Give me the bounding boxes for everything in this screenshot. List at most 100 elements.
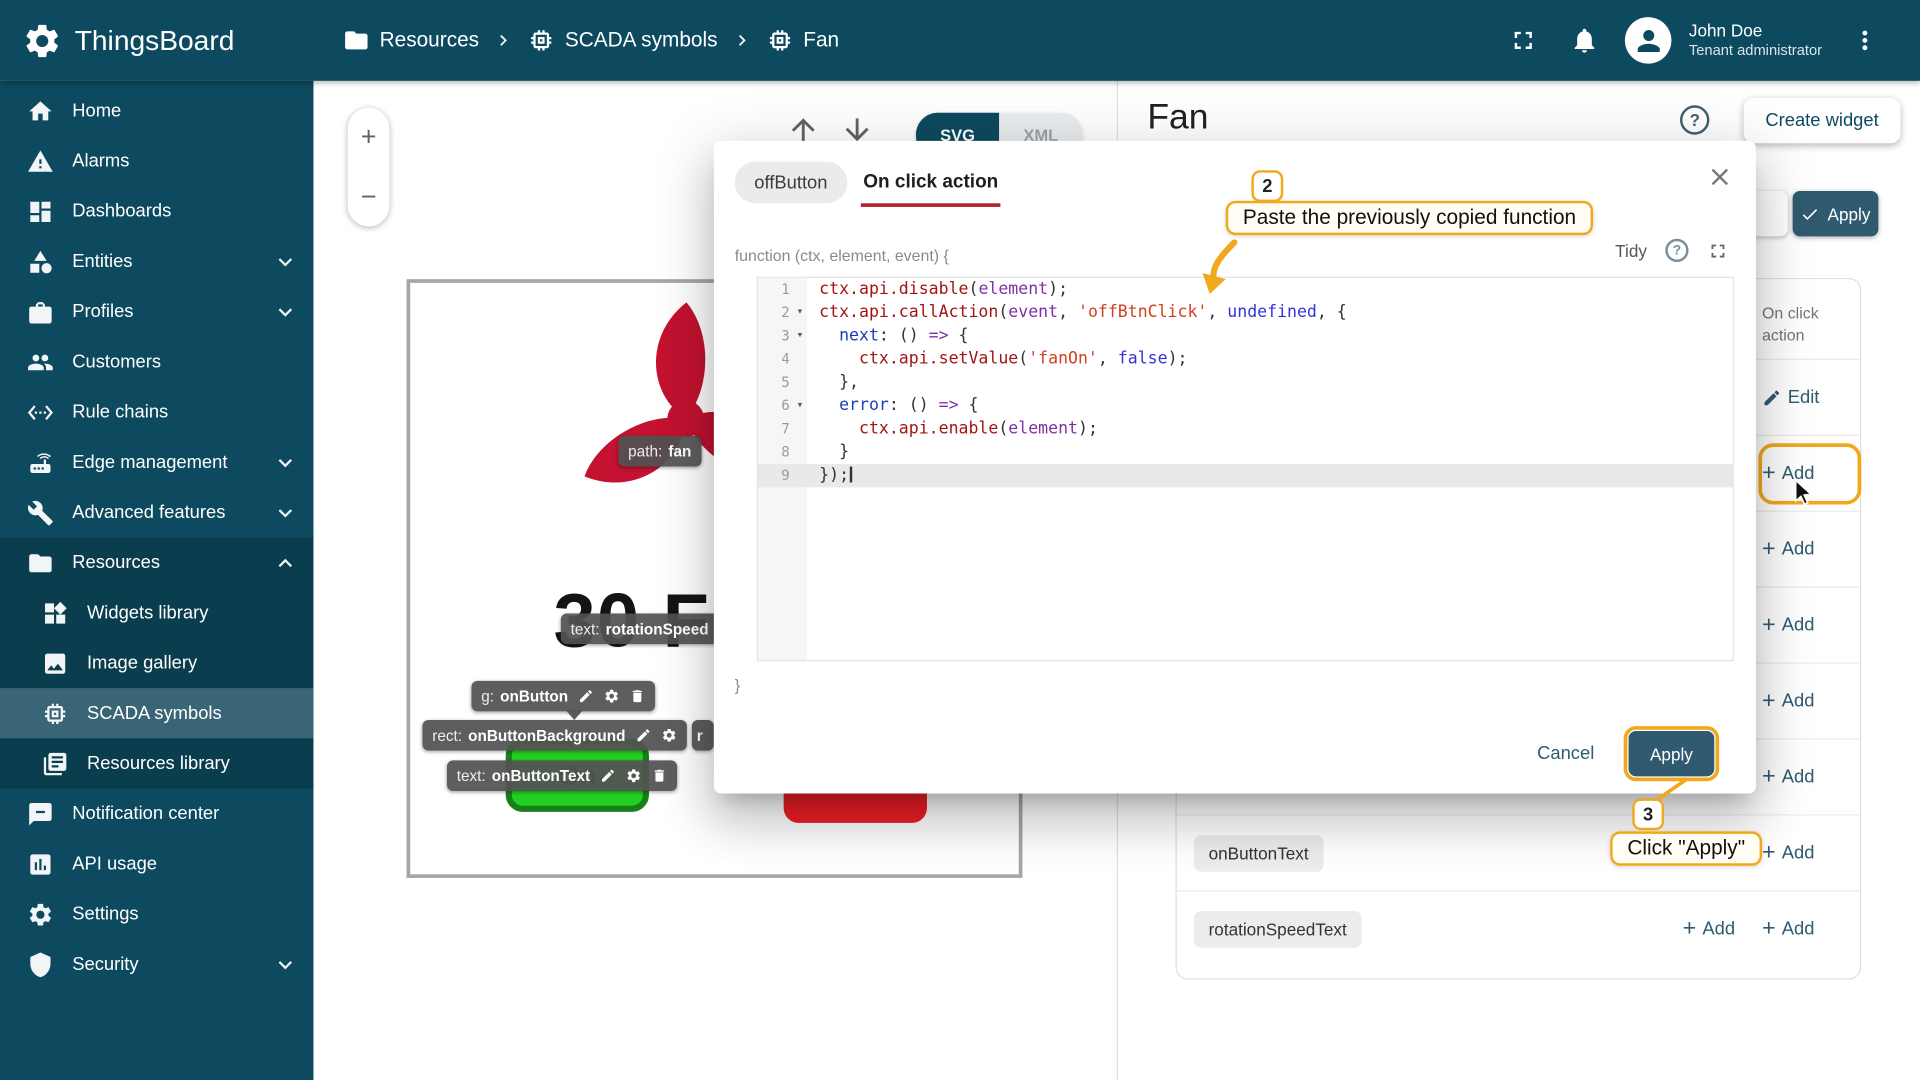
app-logo[interactable]: ThingsBoard xyxy=(0,20,313,60)
code-line-7: 7 ctx.api.enable(element); xyxy=(758,418,1733,441)
plus-icon: + xyxy=(1762,462,1776,485)
code-text: ctx.api.disable(element); xyxy=(807,278,1068,301)
chip-pointer xyxy=(566,710,583,720)
tag-chip-partial[interactable]: r xyxy=(692,720,714,751)
close-icon[interactable] xyxy=(1706,163,1734,191)
tag-chip-rotationspeedtext: rotationSpeedText xyxy=(1194,910,1362,947)
tab-on-click-action[interactable]: On click action xyxy=(861,162,1001,207)
scada-symbol-icon xyxy=(528,27,555,54)
apply-button[interactable]: Apply xyxy=(1629,731,1715,776)
sidebar-item-scada-symbols[interactable]: SCADA symbols xyxy=(0,688,313,738)
fullscreen-button[interactable] xyxy=(1498,15,1549,66)
add-action-button[interactable]: +Add xyxy=(1762,765,1814,788)
user-role: Tenant administrator xyxy=(1689,42,1822,61)
chevron-down-icon xyxy=(272,298,299,325)
tag-chip-text-rotationspeed[interactable]: text: rotationSpeed xyxy=(561,613,719,644)
add-action-button[interactable]: +Add xyxy=(1762,841,1814,864)
app-header: ThingsBoard Resources SCADA symbols Fan xyxy=(0,0,1920,81)
editor-tools: Tidy ? xyxy=(1615,239,1729,262)
tag-chip-text-onbuttontext[interactable]: text: onButtonText xyxy=(447,760,677,791)
wrench-icon xyxy=(27,499,54,526)
sidebar-item-resources-library[interactable]: Resources library xyxy=(0,738,313,788)
pencil-icon xyxy=(1762,388,1782,408)
zoom-in-button[interactable]: + xyxy=(361,124,377,151)
sidebar-item-image-gallery[interactable]: Image gallery xyxy=(0,638,313,688)
chart-icon xyxy=(27,850,54,877)
code-text: next: () => { xyxy=(807,324,969,347)
code-text: } xyxy=(807,441,849,464)
edit-icon[interactable] xyxy=(635,727,651,743)
expand-editor-icon[interactable] xyxy=(1707,239,1729,261)
closing-brace: } xyxy=(735,676,740,694)
code-line-4: 4 ctx.api.setValue('fanOn', false); xyxy=(758,348,1733,371)
settings-icon[interactable] xyxy=(626,768,642,784)
help-icon[interactable]: ? xyxy=(1680,105,1709,134)
edit-action-button[interactable]: Edit xyxy=(1762,387,1819,408)
tidy-button[interactable]: Tidy xyxy=(1615,241,1647,261)
add-action-button[interactable]: +Add xyxy=(1762,538,1814,561)
sidebar-item-customers[interactable]: Customers xyxy=(0,337,313,387)
notifications-button[interactable] xyxy=(1559,15,1610,66)
tutorial-arrow xyxy=(1194,240,1261,299)
sidebar-item-dashboards[interactable]: Dashboards xyxy=(0,186,313,236)
add-action-button[interactable]: +Add xyxy=(1762,689,1814,712)
thingsboard-logo-icon xyxy=(22,20,62,60)
sidebar: HomeAlarmsDashboardsEntitiesProfilesCust… xyxy=(0,81,313,1080)
plus-icon: + xyxy=(1762,841,1776,864)
sidebar-item-resources[interactable]: Resources xyxy=(0,538,313,588)
sidebar-item-widgets-library[interactable]: Widgets library xyxy=(0,588,313,638)
edit-icon[interactable] xyxy=(578,688,594,704)
code-text: error: () => { xyxy=(807,394,979,417)
chevron-right-icon xyxy=(493,29,515,51)
create-widget-button[interactable]: Create widget xyxy=(1744,98,1901,143)
badge-icon xyxy=(27,298,54,325)
chevron-down-icon xyxy=(272,499,299,526)
sidebar-item-edge-management[interactable]: Edge management xyxy=(0,437,313,487)
sidebar-item-api-usage[interactable]: API usage xyxy=(0,839,313,889)
sidebar-item-advanced-features[interactable]: Advanced features xyxy=(0,487,313,537)
home-icon xyxy=(27,97,54,124)
code-editor[interactable]: 1ctx.api.disable(element);2▾ctx.api.call… xyxy=(757,277,1734,661)
function-signature: function (ctx, element, event) { xyxy=(735,246,949,264)
sidebar-item-profiles[interactable]: Profiles xyxy=(0,287,313,337)
tag-chip-g-onbutton[interactable]: g: onButton xyxy=(471,681,655,712)
breadcrumb-scada-symbols[interactable]: SCADA symbols xyxy=(528,27,717,54)
settings-icon[interactable] xyxy=(604,688,620,704)
zoom-out-button[interactable]: − xyxy=(361,183,377,210)
tutorial-step-3-badge: 3 xyxy=(1632,798,1664,830)
column-header-on-click-action: On click action xyxy=(1762,302,1843,345)
sidebar-item-entities[interactable]: Entities xyxy=(0,236,313,286)
line-number: 9 xyxy=(758,464,807,487)
edit-icon[interactable] xyxy=(600,768,616,784)
line-number: 6▾ xyxy=(758,394,807,417)
sidebar-item-rule-chains[interactable]: Rule chains xyxy=(0,387,313,437)
tag-chip-rect-onbuttonbackground[interactable]: rect: onButtonBackground xyxy=(422,720,686,751)
sidebar-item-security[interactable]: Security xyxy=(0,939,313,989)
sidebar-item-settings[interactable]: Settings xyxy=(0,889,313,939)
sidebar-item-home[interactable]: Home xyxy=(0,86,313,136)
person-icon xyxy=(1632,24,1665,57)
settings-icon[interactable] xyxy=(661,727,677,743)
page-title: Fan xyxy=(1147,98,1208,138)
ethernet-icon xyxy=(27,399,54,426)
user-menu-button[interactable] xyxy=(1839,15,1890,66)
library-icon xyxy=(42,750,69,777)
avatar[interactable] xyxy=(1625,17,1672,64)
delete-icon[interactable] xyxy=(651,768,667,784)
panel-apply-button[interactable]: Apply xyxy=(1793,191,1879,236)
cancel-button[interactable]: Cancel xyxy=(1537,743,1594,764)
sidebar-item-notification-center[interactable]: Notification center xyxy=(0,789,313,839)
add-action-button[interactable]: +Add xyxy=(1762,613,1814,636)
breadcrumb-resources[interactable]: Resources xyxy=(343,27,479,54)
line-number: 8 xyxy=(758,441,807,464)
tag-chip-path-fan[interactable]: path: fan xyxy=(618,436,701,467)
plus-icon: + xyxy=(1762,917,1776,940)
sidebar-item-alarms[interactable]: Alarms xyxy=(0,136,313,186)
add-action-button[interactable]: +Add xyxy=(1683,917,1735,940)
breadcrumb-fan[interactable]: Fan xyxy=(766,27,839,54)
code-line-2: 2▾ctx.api.callAction(event, 'offBtnClick… xyxy=(758,301,1733,324)
add-action-button[interactable]: +Add xyxy=(1762,917,1814,940)
delete-icon[interactable] xyxy=(629,688,645,704)
help-icon[interactable]: ? xyxy=(1665,239,1688,262)
plus-icon: + xyxy=(1762,538,1776,561)
